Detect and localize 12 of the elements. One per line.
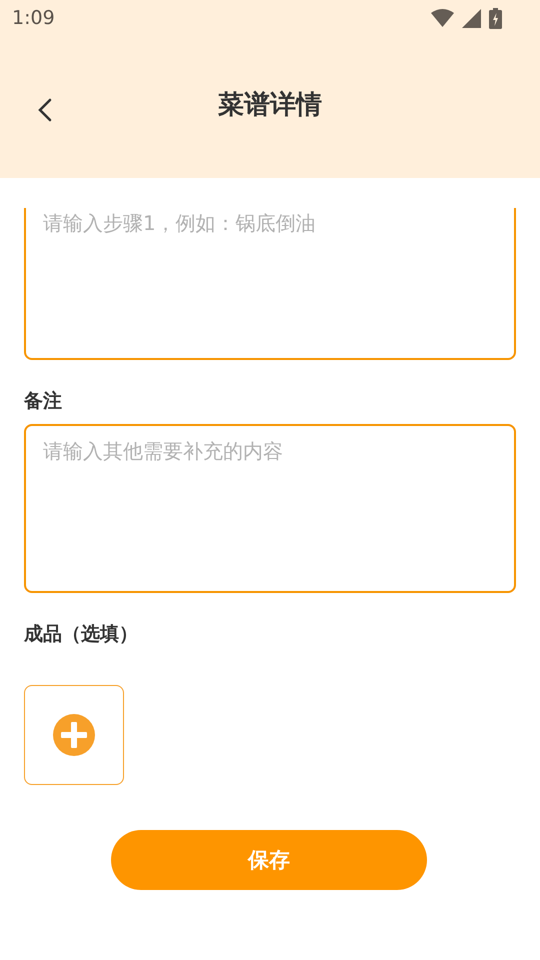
plus-icon [53,714,95,756]
save-button[interactable]: 保存 [111,830,427,890]
notes-label: 备注 [24,389,62,414]
back-icon [38,98,52,122]
signal-icon [462,8,481,28]
page-title: 菜谱详情 [218,88,322,122]
photo-label: 成品（选填） [24,622,138,647]
clock-time: 1:09 [12,7,55,29]
battery-icon [489,8,502,28]
notes-input-field[interactable]: 请输入其他需要补充的内容 [24,424,516,593]
wifi-icon [431,9,454,27]
step-input-field[interactable]: 请输入步骤1，例如：锅底倒油 [24,208,516,360]
